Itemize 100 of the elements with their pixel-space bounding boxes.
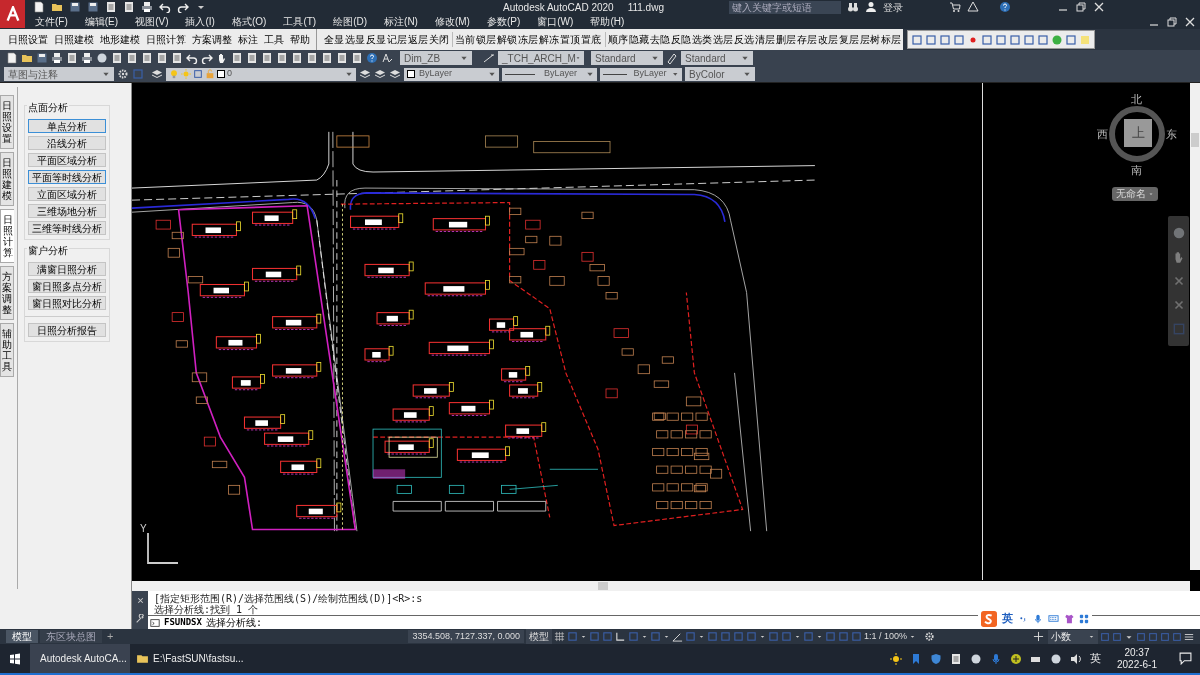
disc-icon[interactable] xyxy=(969,652,982,665)
document-icon[interactable] xyxy=(126,52,138,64)
menu-item[interactable]: 帮助(H) xyxy=(590,14,625,29)
keyboard-icon[interactable] xyxy=(1048,613,1059,624)
report-button[interactable]: 日照分析报告 xyxy=(28,323,106,337)
toolbar-command[interactable]: 存层 xyxy=(796,32,817,47)
document-icon[interactable] xyxy=(321,52,333,64)
toolbar-command[interactable]: 复层 xyxy=(838,32,859,47)
new-file-icon[interactable] xyxy=(33,1,45,13)
caret-icon[interactable] xyxy=(698,633,706,640)
analysis-button[interactable]: 平面区域分析 xyxy=(28,153,106,167)
analysis-button[interactable]: 平面等时线分析 xyxy=(28,170,106,184)
ortho-icon[interactable] xyxy=(615,631,627,642)
linetype-dropdown[interactable]: ByLayer xyxy=(502,67,597,81)
toolbar-command[interactable]: 反隐 xyxy=(670,32,691,47)
layers-icon[interactable] xyxy=(1037,33,1049,46)
toolbar-command[interactable]: 反显 xyxy=(365,32,386,47)
layers-icon[interactable] xyxy=(151,68,163,80)
pan-icon[interactable] xyxy=(216,52,228,64)
caret-icon[interactable] xyxy=(816,633,824,640)
toolbar-command[interactable]: 返层 xyxy=(407,32,428,47)
toolbar-command[interactable]: 日照计算 xyxy=(146,32,186,47)
save-icon[interactable] xyxy=(69,1,81,13)
toolbar-command[interactable]: 全显 xyxy=(323,32,344,47)
side-tab[interactable]: 方案调整 xyxy=(0,266,14,320)
caret-icon[interactable] xyxy=(759,633,767,640)
text-style-icon[interactable] xyxy=(381,52,393,64)
toolbar-command[interactable]: 解锁 xyxy=(496,32,518,47)
toolbar-command[interactable]: 层树 xyxy=(859,32,880,47)
shield-icon[interactable] xyxy=(929,652,942,665)
scroll-thumb[interactable] xyxy=(598,582,608,590)
undo-icon[interactable] xyxy=(186,52,198,64)
units-dropdown[interactable]: 小数 xyxy=(1048,629,1099,644)
redo-icon[interactable] xyxy=(201,52,213,64)
shirt-icon[interactable] xyxy=(1064,613,1074,624)
caret-icon[interactable] xyxy=(1088,633,1096,640)
layers-icon[interactable] xyxy=(359,68,371,80)
viewcube-face[interactable]: 上 xyxy=(1124,119,1152,147)
terminal-icon[interactable] xyxy=(150,617,160,628)
caret-icon[interactable] xyxy=(488,70,496,78)
analysis-button[interactable]: 三维等时线分析 xyxy=(28,221,106,235)
open-folder-icon[interactable] xyxy=(51,1,63,13)
close-icon[interactable] xyxy=(135,595,145,605)
letter-a-icon[interactable] xyxy=(4,6,21,22)
cart-icon[interactable] xyxy=(949,1,961,13)
toolbar-command[interactable]: 解冻 xyxy=(538,32,560,47)
language-indicator[interactable]: 英 xyxy=(1089,650,1101,667)
toolbar-command[interactable]: 锁层 xyxy=(475,32,497,47)
caret-icon[interactable] xyxy=(663,633,671,640)
wrench-icon[interactable] xyxy=(135,614,145,625)
layout-tab[interactable]: 模型 xyxy=(6,630,38,643)
menu-item[interactable]: 标注(N) xyxy=(384,14,418,29)
search-field[interactable]: 键入关键字或短语 xyxy=(729,0,841,14)
restore-icon[interactable] xyxy=(1166,15,1178,28)
side-tab[interactable]: 日照建模 xyxy=(0,152,14,206)
box-icon[interactable] xyxy=(1009,33,1021,46)
menu-icon[interactable] xyxy=(1184,631,1195,642)
leader-icon[interactable] xyxy=(483,52,495,64)
settings-icon[interactable] xyxy=(117,68,129,80)
apps-icon[interactable] xyxy=(1079,613,1089,624)
table-style-icon[interactable] xyxy=(666,52,678,64)
annotation-scale-button[interactable]: 1:1 / 100% xyxy=(864,629,908,644)
toolbar-command[interactable]: 清层 xyxy=(754,32,775,47)
toolbar-command[interactable]: 日照设置 xyxy=(8,32,48,47)
command-line[interactable]: FSUNDSX 选择分析线: xyxy=(148,616,262,629)
save-icon[interactable] xyxy=(36,52,48,64)
toolbar-command[interactable]: 置顶 xyxy=(559,32,581,47)
undo-icon[interactable] xyxy=(159,1,171,13)
toolbar-command[interactable]: 冻层 xyxy=(517,32,539,47)
layout-tab[interactable]: 东区块总图 xyxy=(40,630,102,643)
toolbar-command[interactable]: 反选 xyxy=(733,32,754,47)
menu-item[interactable]: 文件(F) xyxy=(35,14,68,29)
print-icon[interactable] xyxy=(51,52,63,64)
sign-in-link[interactable]: 登录 xyxy=(883,0,943,15)
notification-icon[interactable] xyxy=(1179,652,1192,665)
redo-icon[interactable] xyxy=(177,1,189,13)
analysis-button[interactable]: 沿线分析 xyxy=(28,136,106,150)
side-tab[interactable]: 辅助工具 xyxy=(0,323,14,377)
layers-icon[interactable] xyxy=(1023,33,1035,46)
side-tab[interactable]: 日照设置 xyxy=(0,95,14,149)
open-folder-icon[interactable] xyxy=(21,52,33,64)
document-icon[interactable] xyxy=(291,52,303,64)
toolbar-command[interactable]: 去隐 xyxy=(649,32,670,47)
binoculars-icon[interactable] xyxy=(847,1,859,13)
caret-icon[interactable] xyxy=(672,70,679,78)
layers-icon[interactable] xyxy=(374,68,386,80)
toolbar-command[interactable]: 选显 xyxy=(344,32,365,47)
help-icon[interactable] xyxy=(366,52,378,64)
document-icon[interactable] xyxy=(276,52,288,64)
clock[interactable]: 20:37 2022-6-1 xyxy=(1116,646,1157,671)
box-icon[interactable] xyxy=(981,33,993,46)
document-icon[interactable] xyxy=(111,52,123,64)
volume-icon[interactable] xyxy=(1069,652,1082,665)
caret-icon[interactable] xyxy=(345,70,353,78)
restore-icon[interactable] xyxy=(1075,1,1087,13)
plot-style-dropdown[interactable]: ByColor xyxy=(685,67,755,81)
dimension-style-dropdown[interactable]: Dim_ZB xyxy=(400,51,472,65)
toolbar-command[interactable]: 当前 xyxy=(452,32,476,47)
box-icon[interactable] xyxy=(995,33,1007,46)
analysis-button[interactable]: 单点分析 xyxy=(28,119,106,133)
